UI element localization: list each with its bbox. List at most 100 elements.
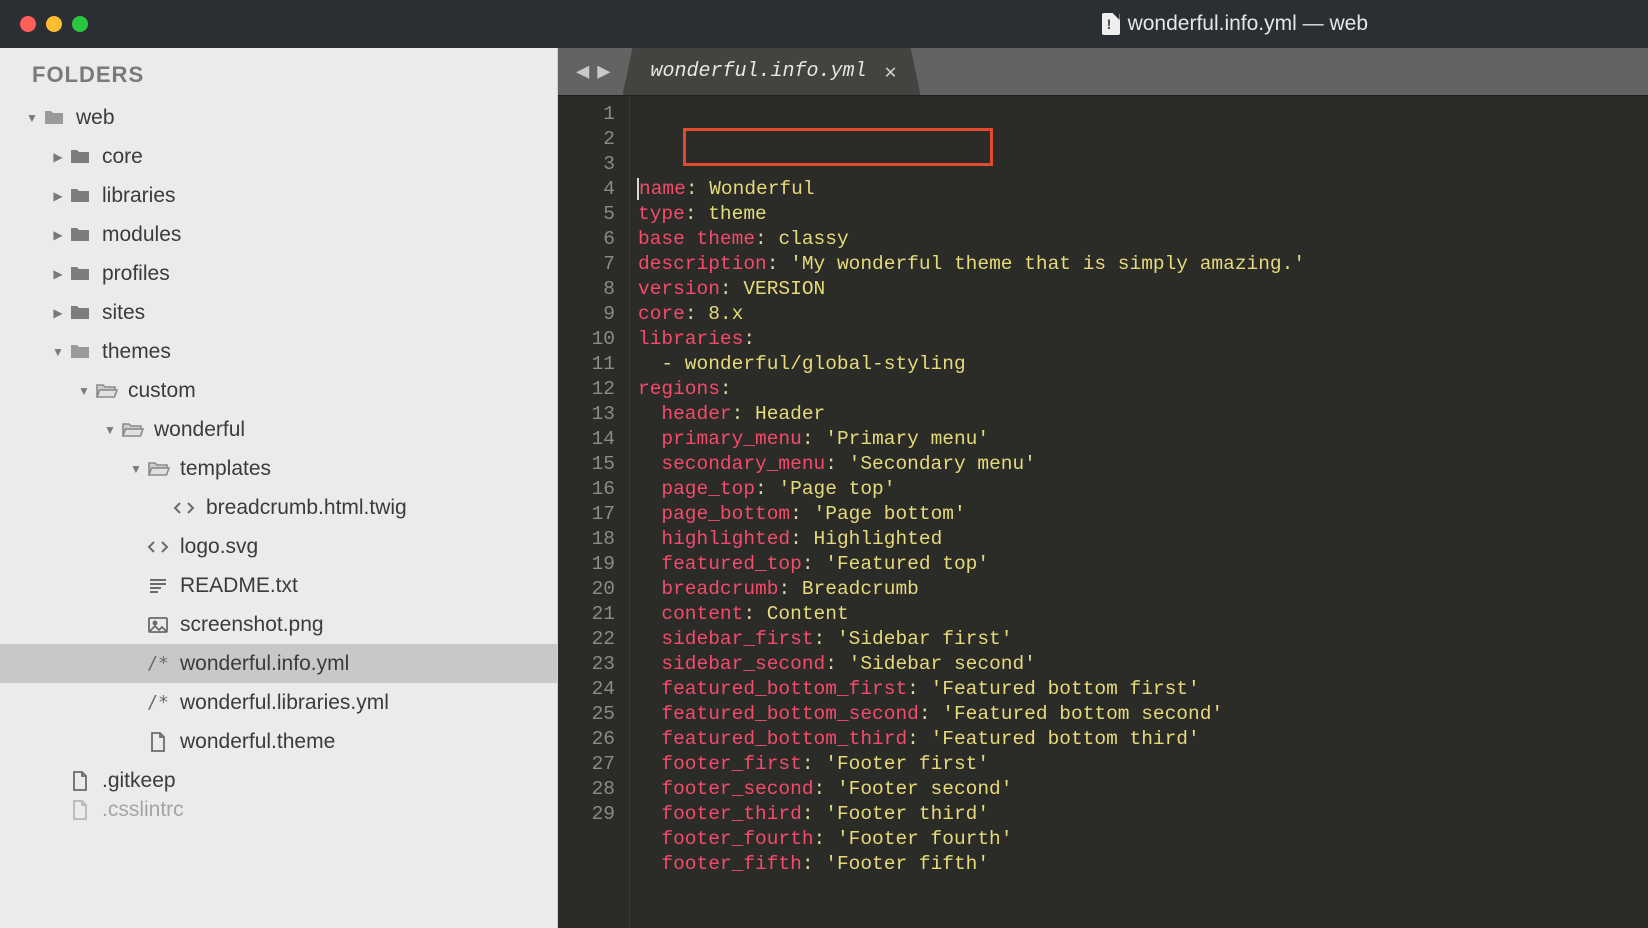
line-number-gutter: 1234567891011121314151617181920212223242…	[558, 96, 630, 928]
tree-row-core[interactable]: ▶core	[0, 137, 557, 176]
window-controls	[20, 16, 88, 32]
tree-row-wonderful-theme[interactable]: wonderful.theme	[0, 722, 557, 761]
chevron-right-icon[interactable]: ▶	[48, 267, 68, 281]
close-window-button[interactable]	[20, 16, 36, 32]
line-number: 7	[558, 252, 615, 277]
tree-row-logo-svg[interactable]: logo.svg	[0, 527, 557, 566]
chevron-down-icon[interactable]: ▼	[74, 384, 94, 398]
tab-title: wonderful.info.yml	[651, 60, 867, 83]
tab-close-icon[interactable]: ✕	[885, 59, 897, 85]
code-line-9[interactable]: regions:	[638, 377, 1648, 402]
tree-row-web[interactable]: ▼ web	[0, 98, 557, 137]
tree-row-custom[interactable]: ▼custom	[0, 371, 557, 410]
code-line-8[interactable]: - wonderful/global-styling	[638, 352, 1648, 377]
code-line-13[interactable]: page_top: 'Page top'	[638, 477, 1648, 502]
code-line-18[interactable]: content: Content	[638, 602, 1648, 627]
tree-row--csslintrc[interactable]: .csslintrc	[0, 800, 557, 820]
code-line-29[interactable]	[638, 877, 1648, 902]
tree-label: sites	[102, 301, 145, 325]
file-icon	[68, 769, 92, 793]
tree-row-profiles[interactable]: ▶profiles	[0, 254, 557, 293]
code-line-22[interactable]: featured_bottom_second: 'Featured bottom…	[638, 702, 1648, 727]
line-number: 8	[558, 277, 615, 302]
chevron-right-icon[interactable]: ▶	[48, 189, 68, 203]
yaml-icon: /*	[146, 691, 170, 715]
code-content[interactable]: name: Wonderfultype: themebase theme: cl…	[630, 96, 1648, 928]
tree-label: wonderful.info.yml	[180, 652, 349, 676]
tree-label: logo.svg	[180, 535, 258, 559]
tree-row--gitkeep[interactable]: .gitkeep	[0, 761, 557, 800]
line-number: 15	[558, 452, 615, 477]
folderOpen-icon	[146, 457, 170, 481]
chevron-down-icon[interactable]: ▼	[126, 462, 146, 476]
code-line-11[interactable]: primary_menu: 'Primary menu'	[638, 427, 1648, 452]
tree-row-wonderful-libraries-yml[interactable]: /*wonderful.libraries.yml	[0, 683, 557, 722]
tree-row-breadcrumb-html-twig[interactable]: breadcrumb.html.twig	[0, 488, 557, 527]
tab-active[interactable]: wonderful.info.yml ✕	[623, 48, 921, 95]
line-number: 18	[558, 527, 615, 552]
code-line-27[interactable]: footer_fourth: 'Footer fourth'	[638, 827, 1648, 852]
file-icon: !	[1102, 13, 1120, 35]
code-icon	[146, 535, 170, 559]
code-line-15[interactable]: highlighted: Highlighted	[638, 527, 1648, 552]
editor: ◀ ▶ wonderful.info.yml ✕ 123456789101112…	[558, 48, 1648, 928]
code-line-3[interactable]: base theme: classy	[638, 227, 1648, 252]
maximize-window-button[interactable]	[72, 16, 88, 32]
folderDark-icon	[68, 223, 92, 247]
chevron-right-icon[interactable]: ▶	[48, 306, 68, 320]
code-line-28[interactable]: footer_fifth: 'Footer fifth'	[638, 852, 1648, 877]
tree-row-templates[interactable]: ▼templates	[0, 449, 557, 488]
code-line-6[interactable]: core: 8.x	[638, 302, 1648, 327]
chevron-right-icon[interactable]: ▶	[48, 228, 68, 242]
line-number: 9	[558, 302, 615, 327]
tree-row-wonderful[interactable]: ▼ wonderful	[0, 410, 557, 449]
code-line-25[interactable]: footer_second: 'Footer second'	[638, 777, 1648, 802]
tree-label: README.txt	[180, 574, 298, 598]
tree-row-sites[interactable]: ▶ sites	[0, 293, 557, 332]
chevron-down-icon[interactable]: ▼	[22, 111, 42, 125]
tree-row-screenshot-png[interactable]: screenshot.png	[0, 605, 557, 644]
sidebar-header: FOLDERS	[0, 48, 557, 98]
nav-forward-icon[interactable]: ▶	[597, 59, 610, 85]
code-line-4[interactable]: description: 'My wonderful theme that is…	[638, 252, 1648, 277]
line-number: 25	[558, 702, 615, 727]
window-title: ! wonderful.info.yml — web	[1102, 12, 1368, 36]
folder-tree: ▼web▶core▶libraries▶modules▶profiles▶sit…	[0, 98, 557, 820]
line-number: 6	[558, 227, 615, 252]
code-line-21[interactable]: featured_bottom_first: 'Featured bottom …	[638, 677, 1648, 702]
tree-row-readme-txt[interactable]: README.txt	[0, 566, 557, 605]
code-line-17[interactable]: breadcrumb: Breadcrumb	[638, 577, 1648, 602]
line-number: 3	[558, 152, 615, 177]
code-line-16[interactable]: featured_top: 'Featured top'	[638, 552, 1648, 577]
tree-row-wonderful-info-yml[interactable]: /*wonderful.info.yml	[0, 644, 557, 683]
chevron-right-icon[interactable]: ▶	[48, 150, 68, 164]
tree-label: wonderful	[154, 418, 245, 442]
chevron-down-icon[interactable]: ▼	[48, 345, 68, 359]
code-line-14[interactable]: page_bottom: 'Page bottom'	[638, 502, 1648, 527]
chevron-down-icon[interactable]: ▼	[100, 423, 120, 437]
image-icon	[146, 613, 170, 637]
nav-back-icon[interactable]: ◀	[576, 59, 589, 85]
tree-label: .gitkeep	[102, 769, 176, 793]
tree-row-libraries[interactable]: ▶libraries	[0, 176, 557, 215]
line-number: 10	[558, 327, 615, 352]
code-line-26[interactable]: footer_third: 'Footer third'	[638, 802, 1648, 827]
tree-row-themes[interactable]: ▼themes	[0, 332, 557, 371]
line-number: 5	[558, 202, 615, 227]
code-line-20[interactable]: sidebar_second: 'Sidebar second'	[638, 652, 1648, 677]
code-line-12[interactable]: secondary_menu: 'Secondary menu'	[638, 452, 1648, 477]
line-number: 19	[558, 552, 615, 577]
minimize-window-button[interactable]	[46, 16, 62, 32]
tree-row-modules[interactable]: ▶modules	[0, 215, 557, 254]
code-line-19[interactable]: sidebar_first: 'Sidebar first'	[638, 627, 1648, 652]
code-area[interactable]: 1234567891011121314151617181920212223242…	[558, 96, 1648, 928]
code-line-5[interactable]: version: VERSION	[638, 277, 1648, 302]
code-line-7[interactable]: libraries:	[638, 327, 1648, 352]
code-line-2[interactable]: type: theme	[638, 202, 1648, 227]
code-line-24[interactable]: footer_first: 'Footer first'	[638, 752, 1648, 777]
code-line-23[interactable]: featured_bottom_third: 'Featured bottom …	[638, 727, 1648, 752]
annotation-box	[683, 128, 993, 166]
code-line-10[interactable]: header: Header	[638, 402, 1648, 427]
code-line-1[interactable]: name: Wonderful	[638, 177, 1648, 202]
tree-label: web	[76, 106, 115, 130]
